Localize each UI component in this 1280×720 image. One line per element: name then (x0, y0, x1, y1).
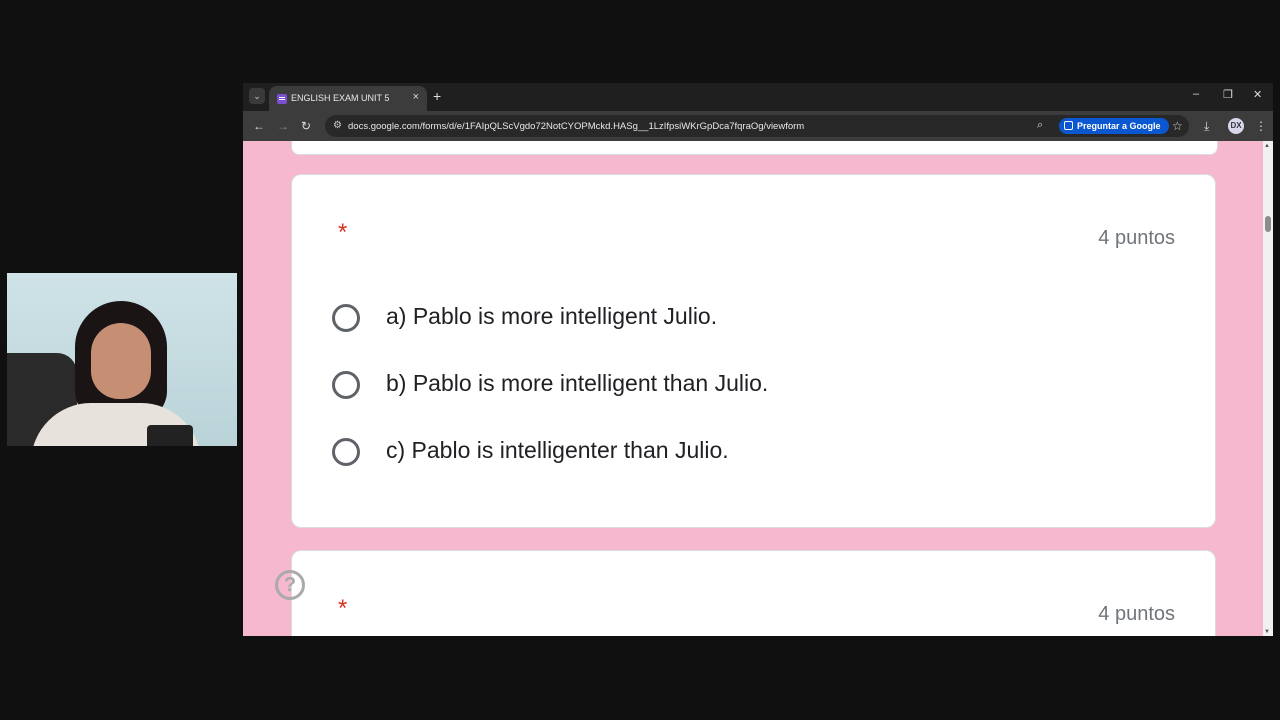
url-text[interactable]: docs.google.com/forms/d/e/1FAIpQLScVgdo7… (348, 121, 804, 132)
profile-avatar[interactable]: DX (1228, 118, 1244, 134)
browser-menu-icon[interactable]: ⋮ (1255, 119, 1267, 133)
bookmark-star-icon[interactable]: ☆ (1172, 119, 1183, 133)
required-asterisk: * (338, 595, 348, 622)
new-tab-icon[interactable]: + (433, 88, 441, 104)
tab-search-dropdown-icon[interactable]: ⌄ (249, 88, 265, 104)
question-card-next: * 4 puntos (291, 550, 1216, 636)
radio-button[interactable] (332, 304, 360, 332)
back-icon[interactable]: ← (253, 119, 265, 133)
question-card: * 4 puntos a) Pablo is more intelligent … (291, 174, 1216, 528)
help-icon[interactable]: ? (275, 570, 305, 600)
browser-window: ⌄ ENGLISH EXAM UNIT 5 × + – ❐ ✕ ← → ↻ ⚙ … (243, 83, 1273, 636)
google-forms-favicon-icon (277, 94, 287, 104)
scrollbar-thumb[interactable] (1265, 216, 1271, 232)
question-points: 4 puntos (1098, 227, 1175, 249)
restore-icon[interactable]: ❐ (1223, 88, 1233, 101)
tab-active[interactable]: ENGLISH EXAM UNIT 5 × (269, 86, 427, 111)
tab-title: ENGLISH EXAM UNIT 5 (291, 93, 390, 103)
option-label: b) Pablo is more intelligent than Julio. (386, 370, 769, 396)
webcam-person-face (91, 323, 151, 399)
scroll-down-icon[interactable]: ▼ (1264, 629, 1270, 635)
tab-close-icon[interactable]: × (413, 91, 419, 103)
radio-button[interactable] (332, 438, 360, 466)
webcam-overlay (7, 273, 237, 446)
question-points: 4 puntos (1098, 603, 1175, 625)
option-label: a) Pablo is more intelligent Julio. (386, 303, 718, 329)
reload-icon[interactable]: ↻ (301, 119, 311, 133)
webcam-phone (147, 425, 193, 446)
minimize-icon[interactable]: – (1193, 88, 1199, 100)
radio-button[interactable] (332, 371, 360, 399)
ask-google-button[interactable]: Preguntar a Google (1059, 118, 1169, 134)
site-info-icon[interactable]: ⚙ (333, 120, 342, 131)
lens-icon (1064, 121, 1073, 130)
tab-bar: ⌄ ENGLISH EXAM UNIT 5 × + – ❐ ✕ (243, 83, 1273, 111)
option-label: c) Pablo is intelligenter than Julio. (386, 437, 729, 463)
previous-question-card (291, 141, 1218, 155)
scroll-up-icon[interactable]: ▲ (1264, 143, 1270, 149)
scrollbar[interactable]: ▲ ▼ (1263, 141, 1273, 636)
ask-google-label: Preguntar a Google (1077, 121, 1161, 131)
toolbar: ← → ↻ ⚙ docs.google.com/forms/d/e/1FAIpQ… (243, 111, 1273, 141)
close-window-icon[interactable]: ✕ (1253, 88, 1262, 101)
zoom-icon[interactable]: ⌕ (1037, 119, 1043, 132)
download-icon[interactable]: ⤓ (1204, 119, 1209, 134)
address-bar[interactable]: ⚙ docs.google.com/forms/d/e/1FAIpQLScVgd… (325, 115, 1189, 137)
page-viewport: * 4 puntos a) Pablo is more intelligent … (243, 141, 1273, 636)
required-asterisk: * (338, 219, 348, 246)
forward-icon[interactable]: → (277, 119, 289, 133)
